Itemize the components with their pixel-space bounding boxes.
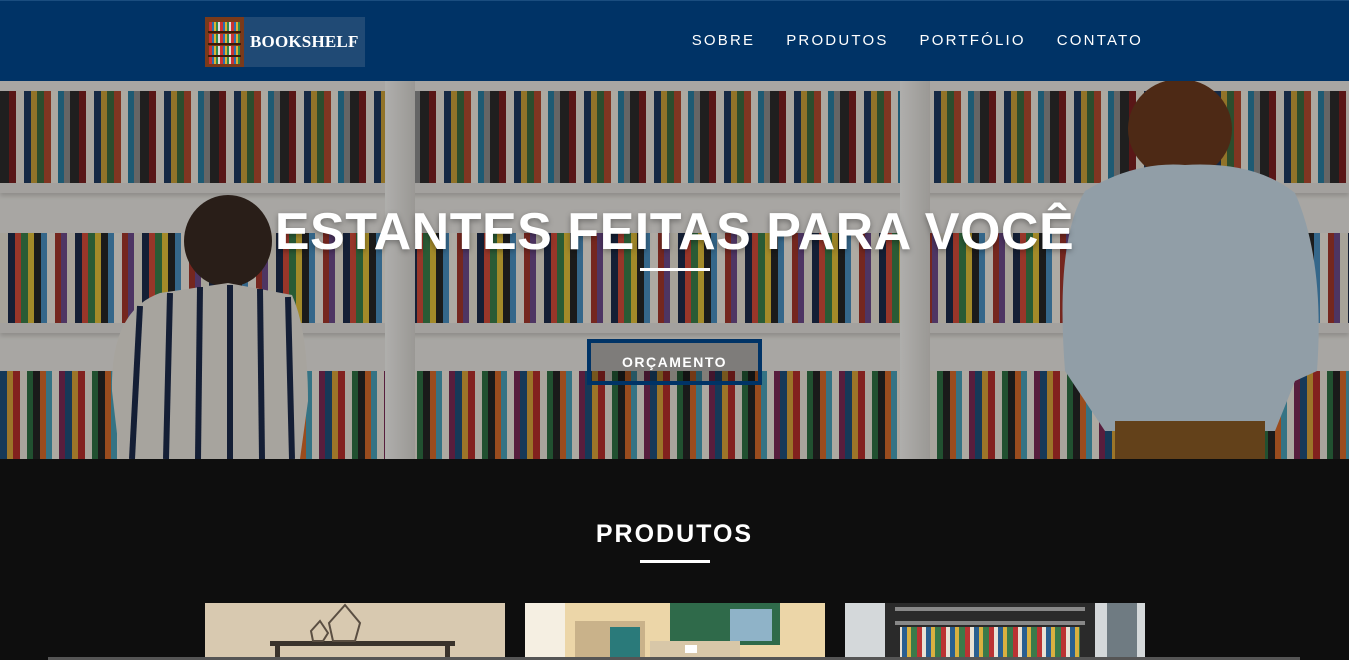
- hero-section: ESTANTES FEITAS PARA VOCÊ ORÇAMENTO: [0, 81, 1349, 459]
- brand-logo-link[interactable]: BOOKSHELF: [205, 17, 365, 67]
- product-card-1[interactable]: [205, 603, 505, 660]
- product-image-3: [845, 603, 1145, 660]
- product-card-2[interactable]: [525, 603, 825, 660]
- product-card-3[interactable]: [845, 603, 1145, 660]
- main-nav: SOBRE PRODUTOS PORTFÓLIO CONTATO: [692, 32, 1143, 49]
- brand-name: BOOKSHELF: [250, 32, 359, 51]
- product-image-2: [525, 603, 825, 660]
- nav-item-portfolio[interactable]: PORTFÓLIO: [920, 32, 1026, 49]
- orcamento-button[interactable]: ORÇAMENTO: [587, 339, 762, 385]
- top-navbar: BOOKSHELF SOBRE PRODUTOS PORTFÓLIO CONTA…: [0, 0, 1349, 81]
- nav-item-produtos[interactable]: PRODUTOS: [786, 32, 888, 49]
- nav-item-contato[interactable]: CONTATO: [1057, 32, 1143, 49]
- product-image-1: [205, 603, 505, 660]
- hero-divider: [640, 268, 710, 271]
- bookshelf-logo-icon: [205, 17, 244, 67]
- products-divider: [640, 560, 710, 563]
- nav-item-sobre[interactable]: SOBRE: [692, 32, 756, 49]
- hero-title: ESTANTES FEITAS PARA VOCÊ: [274, 203, 1075, 261]
- products-section: PRODUTOS: [0, 459, 1349, 660]
- products-title: PRODUTOS: [595, 520, 754, 548]
